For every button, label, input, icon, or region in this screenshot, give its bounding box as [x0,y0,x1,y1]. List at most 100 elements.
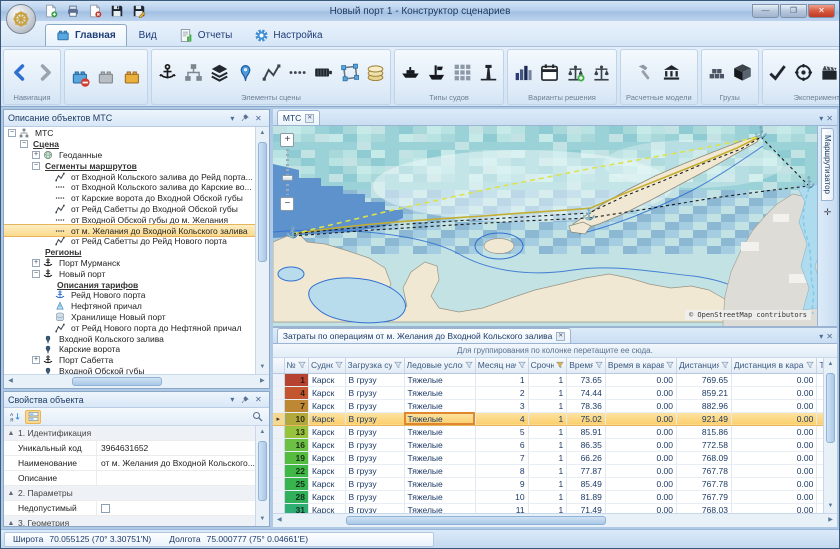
table-cell[interactable]: В грузу [345,386,404,399]
table-cell[interactable]: 6 [475,438,528,451]
table-row[interactable]: 31КарскВ грузуТяжелые11171.490.00768.030… [273,503,823,513]
zoom-slider[interactable] [286,149,289,195]
table-cell[interactable]: Тяжелые [404,464,475,477]
close-icon[interactable]: ✕ [252,112,265,125]
tree-item[interactable]: Хранилище Новый порт [4,312,255,323]
table-cell[interactable]: 0.00 [731,464,816,477]
ribbon-scales-button[interactable] [589,58,613,88]
table-cell[interactable]: 772.58 [677,438,732,451]
table-cell[interactable]: 767.78 [677,464,732,477]
table-cell[interactable]: 0.00 [731,477,816,490]
column-header[interactable]: Дистанция [677,358,732,373]
table-cell[interactable]: Карск [308,451,345,464]
table-cell[interactable]: 859.21 [677,386,732,399]
property-category[interactable]: ▲2. Параметры [4,486,255,501]
tree-item[interactable]: −Сцена [4,139,255,150]
table-row[interactable]: 22КарскВ грузуТяжелые8177.870.00767.780.… [273,464,823,477]
checkbox[interactable] [101,504,110,513]
column-header[interactable]: № [284,358,308,373]
table-cell[interactable]: Карск [308,503,345,513]
column-header[interactable]: Время [567,358,606,373]
table-cell[interactable]: Карск [308,386,345,399]
tree-expand-icon[interactable]: + [32,356,40,364]
table-cell[interactable]: 768.03 [677,503,732,513]
table-cell[interactable]: 11 [475,503,528,513]
scroll-left-icon[interactable]: ◀ [4,375,17,388]
tree-item[interactable]: −МТС [4,128,255,139]
tree-item[interactable]: от м. Желания до Входной Кольского залив… [4,225,255,236]
table-cell[interactable]: 1 [528,386,567,399]
table-row[interactable]: 19КарскВ грузуТяжелые7166.260.00768.090.… [273,451,823,464]
tree-item[interactable]: Входной Обской губы [4,366,255,374]
table-row[interactable]: 16КарскВ грузуТяжелые6186.350.00772.580.… [273,438,823,451]
table-cell[interactable]: 0.00 [605,438,676,451]
table-row[interactable]: 4КарскВ грузуТяжелые2174.440.00859.210.0… [273,386,823,399]
table-cell[interactable]: 0.00 [731,425,816,438]
ribbon-grid-button[interactable] [450,58,474,88]
table-cell[interactable]: 7 [475,451,528,464]
ribbon-hierarchy-button[interactable] [181,58,205,88]
tab-mts[interactable]: МТС ✕ [277,110,320,125]
table-cell[interactable]: 8 [475,464,528,477]
table-cell[interactable]: 86.35 [567,438,606,451]
tree-item[interactable]: −Новый порт [4,268,255,279]
tree-expand-icon[interactable]: − [20,140,28,148]
table-cell[interactable]: 73.65 [567,373,606,386]
ribbon-boat-button[interactable] [398,58,422,88]
tree-item[interactable]: Нефтяной причал [4,301,255,312]
table-cell[interactable]: 74.44 [567,386,606,399]
table-cell[interactable]: 0.00 [605,451,676,464]
save-button[interactable] [107,3,127,20]
table-cell[interactable]: 0.00 [605,503,676,513]
table-cell[interactable]: 2 [475,386,528,399]
table-cell[interactable]: Тяжелые [404,438,475,451]
table-cell[interactable]: 5 [475,425,528,438]
table-cell[interactable]: Тяжелые [404,425,475,438]
table-cell[interactable]: 921.49 [677,412,732,425]
table-cell[interactable]: Тяжелые [404,373,475,386]
table-cell[interactable]: Карск [308,412,345,425]
table-cell[interactable]: 0.00 [731,438,816,451]
new-document-button[interactable] [41,3,61,20]
table-cell[interactable]: 0.00 [605,425,676,438]
table-cell[interactable]: 769.65 [677,373,732,386]
table-cell[interactable]: В грузу [345,490,404,503]
table-cell[interactable]: 0.00 [731,503,816,513]
zoom-out-button[interactable]: − [280,197,294,211]
table-cell[interactable]: 1 [528,451,567,464]
tree-expand-icon[interactable]: − [8,129,16,137]
table-cell[interactable]: В грузу [345,399,404,412]
table-cell[interactable]: 0.00 [731,451,816,464]
tree-item[interactable]: от Рейд Сабетты до Рейд Нового порта [4,236,255,247]
table-cell[interactable]: Карск [308,373,345,386]
tree-item[interactable]: Карские ворота [4,344,255,355]
table-row[interactable]: 1КарскВ грузуТяжелые1173.650.00769.650.0… [273,373,823,386]
table-row[interactable]: 28КарскВ грузуТяжелые10181.890.00767.790… [273,490,823,503]
table-cell[interactable]: 1 [528,399,567,412]
tab-settings[interactable]: Настройка [244,24,332,46]
table-cell[interactable]: 882.96 [677,399,732,412]
tree-item[interactable]: от Рейд Сабетты до Входной Обской губы [4,204,255,215]
table-cell[interactable]: Тяжелые [404,451,475,464]
table-cell[interactable]: Тяжелые [404,503,475,513]
table-cell[interactable]: 1 [528,425,567,438]
tree-item[interactable]: +Порт Сабетта [4,355,255,366]
pin-icon[interactable] [239,112,252,125]
scroll-up-icon[interactable]: ▲ [256,426,269,439]
table-cell[interactable]: 66.26 [567,451,606,464]
column-header[interactable]: Ледовые условия [404,358,475,373]
table-cell[interactable]: 75.02 [567,412,606,425]
tree-item[interactable]: Описания тарифов [4,279,255,290]
table-cell[interactable]: 1 [528,477,567,490]
table-cell[interactable]: Карск [308,477,345,490]
table-cell[interactable]: В грузу [345,438,404,451]
table-cell[interactable]: Карск [308,399,345,412]
tree-item[interactable]: от Рейд Нового порта до Нефтяной причал [4,322,255,333]
column-header[interactable]: Загрузка судна [345,358,404,373]
ribbon-container-button[interactable] [311,58,335,88]
table-cell[interactable]: 78.36 [567,399,606,412]
table-row[interactable]: ▸10КарскВ грузуТяжелые4175.020.00921.490… [273,412,823,425]
close-icon[interactable]: ✕ [252,393,265,406]
close-icon[interactable]: ✕ [826,114,833,123]
table-cell[interactable]: 1 [528,490,567,503]
